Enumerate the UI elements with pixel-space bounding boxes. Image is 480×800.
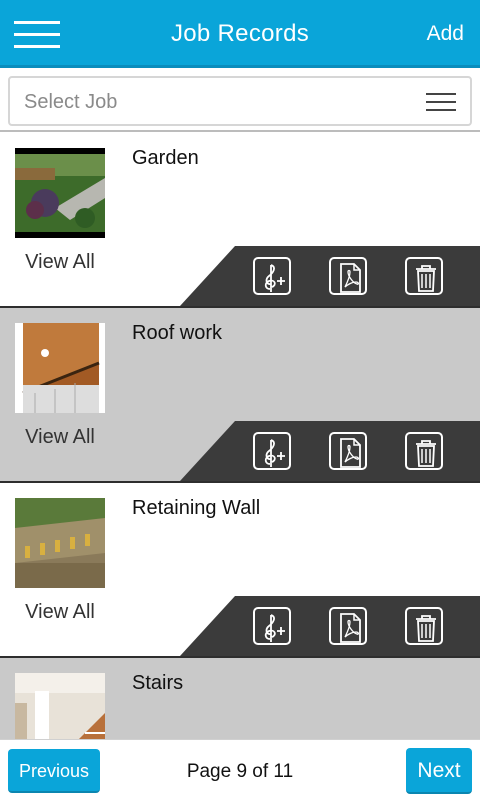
- view-all-link[interactable]: View All: [15, 251, 105, 274]
- add-job-button[interactable]: Add: [427, 22, 464, 46]
- job-action-bar: [180, 246, 480, 306]
- page-title: Job Records: [170, 20, 310, 47]
- delete-job-button[interactable]: [405, 432, 443, 470]
- app-header: Job Records Add: [0, 0, 480, 68]
- pdf-export-button[interactable]: [329, 607, 367, 645]
- job-row-stairs[interactable]: Stairs: [0, 658, 480, 739]
- treble-clef-plus-icon: [264, 264, 285, 292]
- delete-job-button[interactable]: [405, 607, 443, 645]
- job-title: Stairs: [132, 672, 184, 694]
- job-title: Roof work: [132, 322, 223, 344]
- view-all-link[interactable]: View All: [15, 601, 105, 624]
- pdf-export-button[interactable]: [329, 257, 367, 295]
- audio-note-button[interactable]: [253, 607, 291, 645]
- trash-icon: [416, 265, 436, 292]
- job-title: Garden: [132, 147, 199, 169]
- job-action-bar: [180, 421, 480, 481]
- job-row-garden[interactable]: Garden View All: [0, 133, 480, 308]
- pdf-export-button[interactable]: [329, 432, 367, 470]
- pdf-icon: [340, 438, 361, 468]
- previous-page-button[interactable]: Previous: [8, 749, 100, 793]
- next-page-button[interactable]: Next: [406, 748, 472, 794]
- select-job-dropdown[interactable]: Select Job: [8, 76, 472, 126]
- job-row-roof-work[interactable]: Roof work View All: [0, 308, 480, 483]
- treble-clef-plus-icon: [264, 439, 285, 467]
- trash-icon: [416, 440, 436, 467]
- filter-bar: Select Job: [0, 68, 480, 132]
- audio-note-button[interactable]: [253, 257, 291, 295]
- job-row-retaining-wall[interactable]: Retaining Wall View All: [0, 483, 480, 658]
- job-list[interactable]: Garden View All Roof work View All Retai…: [0, 133, 480, 739]
- select-job-placeholder: Select Job: [24, 91, 118, 113]
- trash-icon: [416, 615, 436, 642]
- job-thumbnail-stairs[interactable]: [15, 673, 105, 739]
- pagination-footer: Previous Page 9 of 11 Next: [0, 739, 480, 800]
- view-all-link[interactable]: View All: [15, 426, 105, 449]
- page-indicator: Page 9 of 11: [186, 761, 294, 782]
- delete-job-button[interactable]: [405, 257, 443, 295]
- pdf-icon: [340, 613, 361, 643]
- pdf-icon: [340, 263, 361, 293]
- treble-clef-plus-icon: [264, 614, 285, 642]
- job-action-bar: [180, 596, 480, 656]
- list-icon: [426, 93, 456, 111]
- job-thumbnail-retaining-wall[interactable]: [15, 498, 105, 588]
- job-title: Retaining Wall: [132, 497, 261, 519]
- audio-note-button[interactable]: [253, 432, 291, 470]
- job-thumbnail-roof-work[interactable]: [15, 323, 105, 413]
- job-thumbnail-garden[interactable]: [15, 148, 105, 238]
